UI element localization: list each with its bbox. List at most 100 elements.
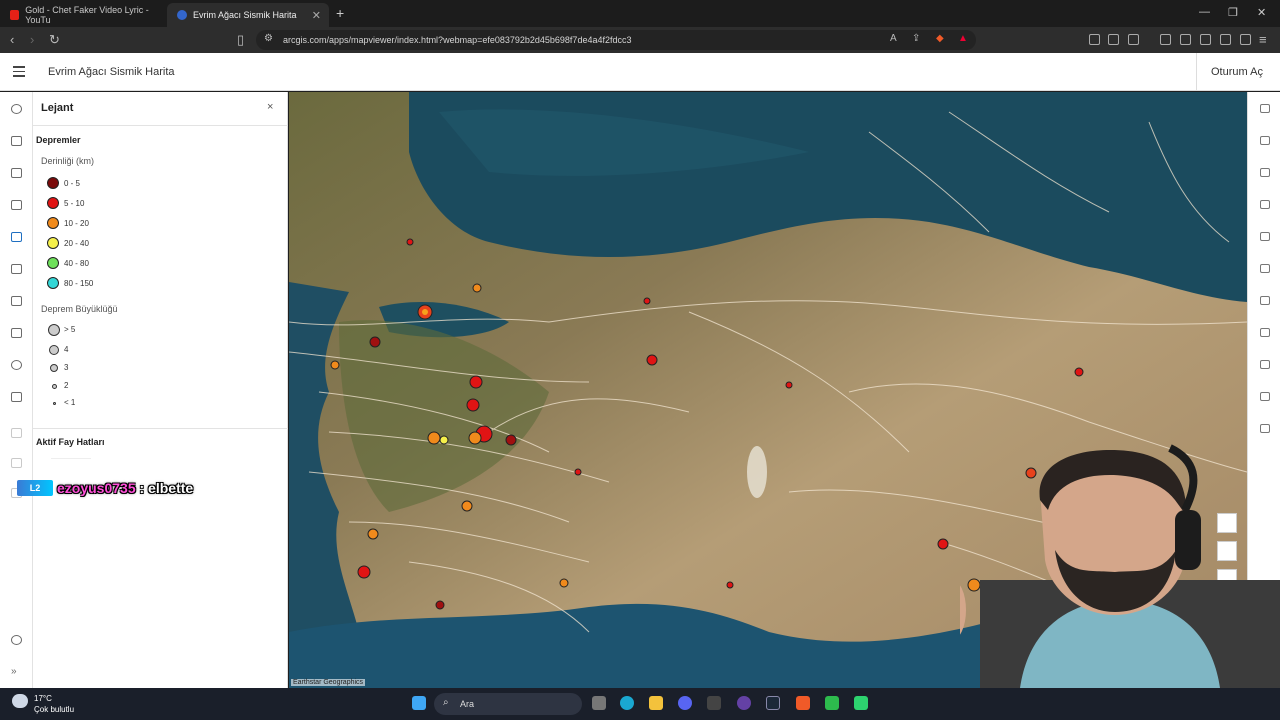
- search-icon: ⌕: [443, 697, 449, 708]
- earthquake-point: [574, 468, 582, 476]
- basemap-icon[interactable]: [11, 200, 22, 210]
- steam-icon[interactable]: [766, 696, 780, 710]
- reload-icon[interactable]: ↻: [49, 32, 60, 48]
- earthquake-point: [406, 238, 414, 246]
- cluster-icon[interactable]: [1260, 360, 1270, 369]
- depth-color-swatch: [47, 197, 59, 209]
- add-icon[interactable]: [11, 104, 22, 114]
- edge-icon[interactable]: [620, 696, 634, 710]
- depth-label: 20 - 40: [64, 238, 89, 248]
- earthquake-point: [466, 398, 480, 412]
- filter-icon[interactable]: [1260, 168, 1270, 177]
- sidebar-icon[interactable]: [1180, 34, 1191, 45]
- play-icon[interactable]: [825, 696, 839, 710]
- discord-icon[interactable]: [678, 696, 692, 710]
- left-toolbar: »: [0, 92, 33, 688]
- tables-icon[interactable]: [11, 168, 22, 178]
- brave-shield-icon[interactable]: ◆: [936, 33, 944, 44]
- settings-icon[interactable]: [11, 360, 22, 370]
- earthquake-point: [461, 500, 473, 512]
- hamburger-menu-icon[interactable]: [13, 66, 25, 80]
- sign-in-button[interactable]: Oturum Aç: [1196, 53, 1263, 91]
- earthquake-point: [643, 297, 651, 305]
- back-icon[interactable]: ‹: [10, 32, 14, 47]
- depth-label: 80 - 150: [64, 278, 94, 288]
- vpn-icon[interactable]: [1240, 34, 1251, 45]
- brave-icon[interactable]: [796, 696, 810, 710]
- magnitude-size-swatch: [48, 324, 60, 336]
- media-icon[interactable]: [11, 458, 22, 468]
- url-input[interactable]: ⚙ arcgis.com/apps/mapviewer/index.html?w…: [256, 30, 976, 50]
- puzzle-icon[interactable]: [1108, 34, 1119, 45]
- youtube-icon: [10, 10, 20, 20]
- minimize-icon[interactable]: —: [1199, 6, 1210, 18]
- menu-icon[interactable]: ≡: [1259, 32, 1267, 47]
- map-attribution: Earthstar Geographics: [291, 679, 366, 686]
- legend-icon[interactable]: [11, 232, 22, 242]
- expand-icon[interactable]: »: [11, 666, 22, 677]
- task-view-icon[interactable]: [592, 696, 606, 710]
- depth-legend-item: 5 - 10: [47, 196, 84, 210]
- labels-icon[interactable]: [1260, 296, 1270, 305]
- map-properties-icon[interactable]: [11, 328, 22, 338]
- sketch-tool-icon[interactable]: [1260, 392, 1270, 401]
- fields-icon[interactable]: [1260, 264, 1270, 273]
- app-icon[interactable]: [707, 696, 721, 710]
- tab-title: Gold - Chet Faker Video Lyric - YouTu: [25, 5, 149, 25]
- sketch-icon[interactable]: [11, 428, 22, 438]
- leo-icon[interactable]: [1220, 34, 1231, 45]
- earthquake-point: [439, 435, 449, 445]
- new-tab-icon[interactable]: +: [336, 5, 344, 21]
- close-icon[interactable]: ×: [267, 101, 273, 113]
- styles-icon[interactable]: [1260, 136, 1270, 145]
- depth-title: Derinliği (km): [41, 156, 95, 166]
- layers-icon[interactable]: [11, 136, 22, 146]
- weather-temp: 17°C: [34, 694, 52, 703]
- measure-icon[interactable]: [1260, 424, 1270, 433]
- wallet-icon[interactable]: [1200, 34, 1211, 45]
- pop-ups-icon[interactable]: [1260, 232, 1270, 241]
- bookmark-icon[interactable]: ▯: [237, 32, 244, 48]
- depth-legend-item: 10 - 20: [47, 216, 89, 230]
- tab-youtube[interactable]: Gold - Chet Faker Video Lyric - YouTu: [0, 3, 165, 27]
- site-info-icon[interactable]: ⚙: [264, 33, 273, 44]
- brave-rewards-icon[interactable]: ▲: [958, 33, 968, 44]
- earthquake-point: [559, 578, 569, 588]
- streaming-app-icon[interactable]: [854, 696, 868, 710]
- bookmarks-icon[interactable]: [11, 264, 22, 274]
- restore-icon[interactable]: ❐: [1228, 6, 1238, 19]
- depth-label: 5 - 10: [64, 198, 85, 208]
- magnitude-size-swatch: [50, 364, 58, 372]
- forward-icon[interactable]: ›: [30, 32, 34, 47]
- page-title: Evrim Ağacı Sismik Harita: [48, 66, 175, 78]
- earthquake-point: [646, 354, 658, 366]
- depth-color-swatch: [47, 237, 59, 249]
- tab-map[interactable]: Evrim Ağacı Sismik Harita ✕: [167, 3, 329, 27]
- file-explorer-icon[interactable]: [649, 696, 663, 710]
- share-icon[interactable]: ⇪: [912, 33, 920, 44]
- info-icon[interactable]: [11, 392, 22, 402]
- chat-message: : elbette: [135, 480, 194, 496]
- fault-line-swatch: [51, 458, 91, 459]
- taskbar-search[interactable]: ⌕ Ara: [434, 693, 582, 715]
- close-tab-icon[interactable]: ✕: [312, 9, 321, 22]
- properties-icon[interactable]: [1260, 104, 1270, 113]
- legend-panel: Lejant × Depremler Derinliği (km) 0 - 5 5…: [33, 92, 288, 688]
- forms-icon[interactable]: [1260, 328, 1270, 337]
- screenshot-icon[interactable]: [1128, 34, 1139, 45]
- earthquake-point: [785, 381, 793, 389]
- magnitude-label: < 1: [64, 398, 76, 407]
- effects-icon[interactable]: [1260, 200, 1270, 209]
- magnitude-size-swatch: [49, 345, 59, 355]
- help-icon[interactable]: [11, 635, 22, 645]
- chat-username: ezoyus0735: [57, 480, 136, 496]
- charts-icon[interactable]: [11, 296, 22, 306]
- extension-icon[interactable]: [1089, 34, 1100, 45]
- music-icon[interactable]: [1160, 34, 1171, 45]
- close-window-icon[interactable]: ✕: [1257, 6, 1266, 19]
- windows-start-icon[interactable]: [412, 696, 426, 710]
- depth-label: 10 - 20: [64, 218, 89, 228]
- twitch-icon[interactable]: [737, 696, 751, 710]
- translate-icon[interactable]: A: [890, 33, 897, 44]
- depth-label: 0 - 5: [64, 178, 81, 188]
